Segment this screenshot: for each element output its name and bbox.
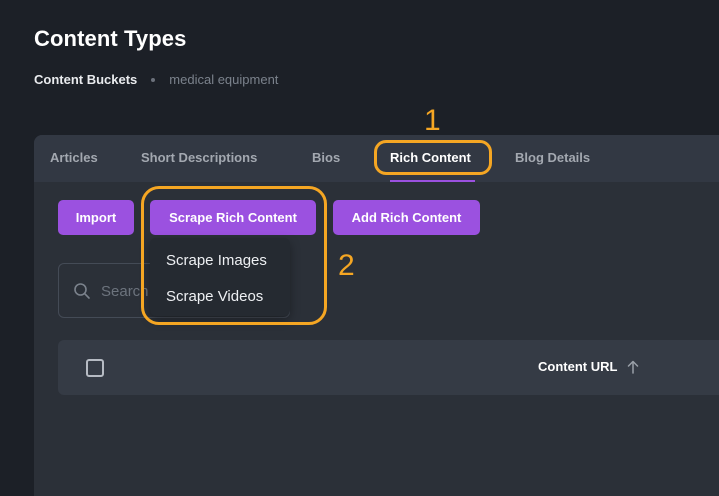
tab-short-descriptions[interactable]: Short Descriptions [141,150,257,165]
select-all-checkbox[interactable] [86,359,104,377]
search-icon [74,283,90,299]
breadcrumb: Content Buckets medical equipment [34,72,278,87]
annotation-number-1: 1 [424,104,441,137]
column-header-content-url[interactable]: Content URL [538,359,617,374]
active-tab-indicator [390,180,475,182]
breadcrumb-current[interactable]: Content Buckets [34,72,137,87]
page-title: Content Types [34,26,187,51]
annotation-highlight-dropdown [141,186,327,325]
tab-articles[interactable]: Articles [50,150,98,165]
tab-bios[interactable]: Bios [312,150,340,165]
annotation-highlight-tab [374,140,492,175]
annotation-number-2: 2 [338,249,355,282]
add-rich-content-button[interactable]: Add Rich Content [333,200,480,235]
breadcrumb-separator [151,77,156,82]
tab-blog-details[interactable]: Blog Details [515,150,590,165]
sort-ascending-icon[interactable] [627,360,639,374]
import-button[interactable]: Import [58,200,134,235]
page: Content Types Content Buckets medical eq… [0,0,719,496]
table-header: Content URL [58,340,719,395]
breadcrumb-sub: medical equipment [169,72,279,87]
